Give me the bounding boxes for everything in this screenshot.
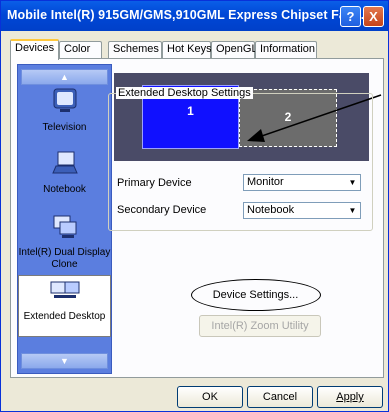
- sidebar-item-label: Extended Desktop: [23, 311, 106, 322]
- primary-device-select[interactable]: Monitor ▼: [243, 174, 361, 191]
- dual-display-clone-icon: [53, 215, 76, 238]
- sidebar-item-label: Intel(R) Dual Display Clone: [18, 247, 111, 270]
- window-title: Mobile Intel(R) 915GM/GMS,910GML Express…: [7, 8, 368, 22]
- device-sidebar: ▲ Television Notebook Intel(R) Dual Disp: [17, 64, 112, 374]
- primary-device-value: Monitor: [247, 176, 284, 188]
- apply-button[interactable]: Apply: [317, 386, 383, 408]
- primary-device-label: Primary Device: [117, 177, 192, 189]
- sidebar-item-extended-desktop[interactable]: Extended Desktop: [18, 275, 111, 337]
- sidebar-scroll-up-button[interactable]: ▲: [21, 69, 108, 85]
- tab-opengl[interactable]: OpenGL: [211, 41, 258, 58]
- group-title: Extended Desktop Settings: [116, 87, 253, 99]
- television-icon: [53, 88, 76, 112]
- sidebar-scroll-down-button[interactable]: ▼: [21, 353, 108, 369]
- display-properties-window: Mobile Intel(R) 915GM/GMS,910GML Express…: [0, 0, 389, 412]
- secondary-device-select[interactable]: Notebook ▼: [243, 202, 361, 219]
- sidebar-item-television[interactable]: Television: [18, 87, 111, 137]
- sidebar-item-dual-display-clone[interactable]: Intel(R) Dual Display Clone: [18, 212, 111, 272]
- secondary-device-value: Notebook: [247, 204, 295, 216]
- tab-hot-keys[interactable]: Hot Keys: [162, 41, 212, 58]
- ok-button[interactable]: OK: [177, 386, 243, 408]
- highlight-ellipse: [191, 279, 321, 311]
- notebook-icon: [51, 151, 78, 174]
- tab-color[interactable]: Color: [59, 41, 102, 58]
- zoom-utility-button[interactable]: Intel(R) Zoom Utility: [199, 315, 321, 337]
- help-button[interactable]: ?: [340, 6, 361, 27]
- title-bar[interactable]: Mobile Intel(R) 915GM/GMS,910GML Express…: [1, 1, 388, 31]
- tab-information[interactable]: Information: [255, 41, 317, 58]
- chevron-down-icon: ▼: [348, 178, 357, 187]
- secondary-device-label: Secondary Device: [117, 204, 207, 216]
- tab-schemes[interactable]: Schemes: [108, 41, 162, 58]
- sidebar-item-label: Notebook: [43, 184, 86, 195]
- sidebar-item-label: Television: [42, 122, 87, 133]
- close-button[interactable]: X: [363, 6, 384, 27]
- cancel-button[interactable]: Cancel: [247, 386, 313, 408]
- sidebar-item-notebook[interactable]: Notebook: [18, 149, 111, 199]
- tab-devices[interactable]: Devices: [10, 39, 59, 60]
- extended-desktop-icon: [50, 281, 79, 298]
- chevron-down-icon: ▼: [348, 206, 357, 215]
